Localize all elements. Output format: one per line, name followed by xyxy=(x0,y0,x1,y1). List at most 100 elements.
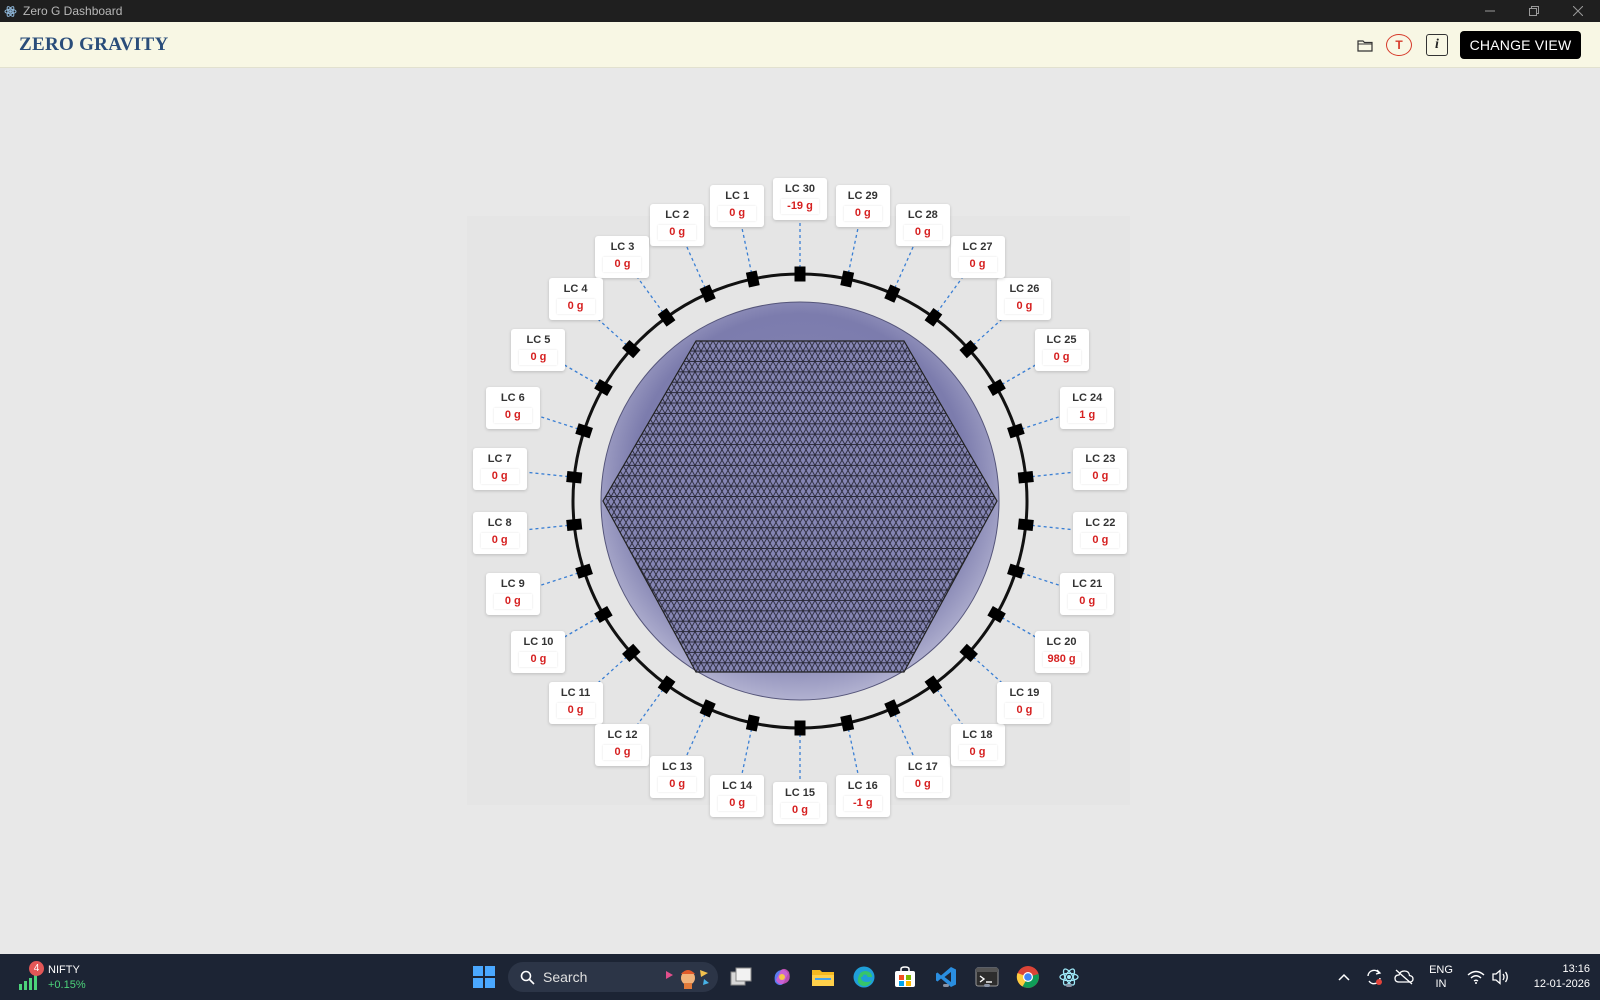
load-cell-card[interactable]: LC 18 0 g xyxy=(950,724,1005,767)
change-view-button[interactable]: CHANGE VIEW xyxy=(1460,31,1581,59)
load-cell-card[interactable]: LC 19 0 g xyxy=(997,682,1052,725)
load-cell-card[interactable]: LC 26 0 g xyxy=(997,277,1052,320)
load-cell-value: 0 g xyxy=(1068,594,1107,610)
load-cell-value: 0 g xyxy=(1042,350,1081,365)
restore-button[interactable] xyxy=(1512,0,1556,22)
load-cell-value: 0 g xyxy=(493,407,532,423)
load-cell-name: LC 27 xyxy=(962,240,993,253)
load-cell-marker[interactable] xyxy=(745,714,760,732)
running-indicator xyxy=(1066,984,1072,987)
terminal-icon[interactable] xyxy=(973,963,1001,991)
load-cell-value: 0 g xyxy=(718,205,757,221)
load-cell-marker[interactable] xyxy=(566,518,583,531)
load-cell-card[interactable]: LC 5 0 g xyxy=(511,329,566,371)
load-cell-marker[interactable] xyxy=(1007,563,1025,579)
stock-widget[interactable]: 4 NIFTY +0.15% xyxy=(16,961,106,995)
load-cell-marker[interactable] xyxy=(840,270,855,288)
load-cell-card[interactable]: LC 25 0 g xyxy=(1034,329,1089,371)
load-cell-card[interactable]: LC 6 0 g xyxy=(485,386,540,429)
load-cell-marker[interactable] xyxy=(794,720,806,736)
load-cell-card[interactable]: LC 2 0 g xyxy=(650,204,705,247)
load-cell-marker[interactable] xyxy=(594,605,613,624)
load-cell-marker[interactable] xyxy=(566,471,583,484)
store-icon[interactable] xyxy=(891,963,919,991)
t-button[interactable]: T xyxy=(1386,34,1412,56)
chrome-icon[interactable] xyxy=(1014,963,1042,991)
load-cell-card[interactable]: LC 3 0 g xyxy=(595,235,650,278)
load-cell-card[interactable]: LC 14 0 g xyxy=(710,775,765,818)
load-cell-marker[interactable] xyxy=(699,284,716,303)
load-cell-name: LC 24 xyxy=(1072,391,1103,404)
load-cell-marker[interactable] xyxy=(1007,423,1025,439)
load-cell-name: LC 12 xyxy=(607,729,638,742)
load-cell-card[interactable]: LC 17 0 g xyxy=(895,755,950,798)
load-cell-card[interactable]: LC 15 0 g xyxy=(773,782,827,824)
load-cell-marker[interactable] xyxy=(987,378,1006,397)
load-cell-card[interactable]: LC 8 0 g xyxy=(472,511,527,554)
volume-icon[interactable] xyxy=(1488,954,1512,1000)
load-cell-marker[interactable] xyxy=(1017,471,1034,484)
copilot-icon[interactable] xyxy=(768,963,796,991)
load-cell-name: LC 3 xyxy=(610,240,635,253)
load-cell-name: LC 11 xyxy=(560,687,591,700)
load-cell-marker[interactable] xyxy=(1017,518,1034,531)
edge-icon[interactable] xyxy=(850,963,878,991)
wifi-icon[interactable] xyxy=(1464,954,1488,1000)
load-cell-value: 0 g xyxy=(958,256,997,272)
task-view-icon[interactable] xyxy=(727,963,755,991)
language-top: ENG xyxy=(1429,964,1453,976)
load-cell-card[interactable]: LC 23 0 g xyxy=(1073,448,1128,491)
load-cell-card[interactable]: LC 9 0 g xyxy=(485,573,540,616)
start-icon[interactable] xyxy=(470,963,498,991)
load-cell-card[interactable]: LC 30 -19 g xyxy=(773,178,827,220)
load-cell-card[interactable]: LC 12 0 g xyxy=(595,724,650,767)
load-cell-marker[interactable] xyxy=(840,714,855,732)
clock[interactable]: 13:16 12-01-2026 xyxy=(1520,954,1590,1000)
load-cell-marker[interactable] xyxy=(884,284,901,303)
load-cell-name: LC 25 xyxy=(1046,334,1077,346)
electron-app-icon[interactable] xyxy=(1055,963,1083,991)
load-cell-name: LC 6 xyxy=(500,391,525,404)
load-cell-name: LC 5 xyxy=(526,334,551,346)
load-cell-marker[interactable] xyxy=(794,266,806,282)
load-cell-card[interactable]: LC 21 0 g xyxy=(1060,573,1115,616)
minimize-button[interactable] xyxy=(1468,0,1512,22)
load-cell-card[interactable]: LC 16 -1 g xyxy=(835,775,890,818)
taskbar-search[interactable]: Search xyxy=(508,962,718,992)
info-icon[interactable]: i xyxy=(1426,34,1448,56)
load-cell-card[interactable]: LC 24 1 g xyxy=(1060,386,1115,429)
load-cell-card[interactable]: LC 22 0 g xyxy=(1073,511,1128,554)
load-cell-marker[interactable] xyxy=(745,270,760,288)
load-cell-marker[interactable] xyxy=(575,563,593,579)
load-cell-card[interactable]: LC 11 0 g xyxy=(548,682,603,725)
chevron-up-icon[interactable] xyxy=(1334,954,1354,1000)
sync-icon[interactable] xyxy=(1362,954,1386,1000)
load-cell-card[interactable]: LC 20 980 g xyxy=(1034,631,1089,673)
load-cell-card[interactable]: LC 13 0 g xyxy=(650,755,705,798)
folder-icon[interactable] xyxy=(1354,35,1376,55)
window-titlebar: Zero G Dashboard xyxy=(0,0,1600,22)
running-indicator xyxy=(984,984,990,987)
load-cell-name: LC 26 xyxy=(1009,282,1040,295)
language-indicator[interactable]: ENG IN xyxy=(1424,954,1458,1000)
load-cell-marker[interactable] xyxy=(575,423,593,439)
load-cell-card[interactable]: LC 27 0 g xyxy=(950,235,1005,278)
load-cell-marker[interactable] xyxy=(699,699,716,718)
load-cell-value: 0 g xyxy=(718,796,757,812)
load-cell-marker[interactable] xyxy=(884,699,901,718)
close-button[interactable] xyxy=(1556,0,1600,22)
widget-badge: 4 xyxy=(29,961,44,976)
clock-date: 12-01-2026 xyxy=(1533,978,1590,990)
cloud-offline-icon[interactable] xyxy=(1392,954,1416,1000)
vscode-icon[interactable] xyxy=(932,963,960,991)
file-explorer-icon[interactable] xyxy=(809,963,837,991)
load-cell-marker[interactable] xyxy=(594,378,613,397)
load-cell-card[interactable]: LC 1 0 g xyxy=(710,184,765,227)
load-cell-value: 0 g xyxy=(603,256,642,272)
load-cell-card[interactable]: LC 4 0 g xyxy=(548,277,603,320)
load-cell-card[interactable]: LC 10 0 g xyxy=(511,631,566,673)
load-cell-card[interactable]: LC 28 0 g xyxy=(895,204,950,247)
load-cell-card[interactable]: LC 7 0 g xyxy=(472,448,527,491)
load-cell-marker[interactable] xyxy=(987,605,1006,624)
load-cell-card[interactable]: LC 29 0 g xyxy=(835,184,890,227)
